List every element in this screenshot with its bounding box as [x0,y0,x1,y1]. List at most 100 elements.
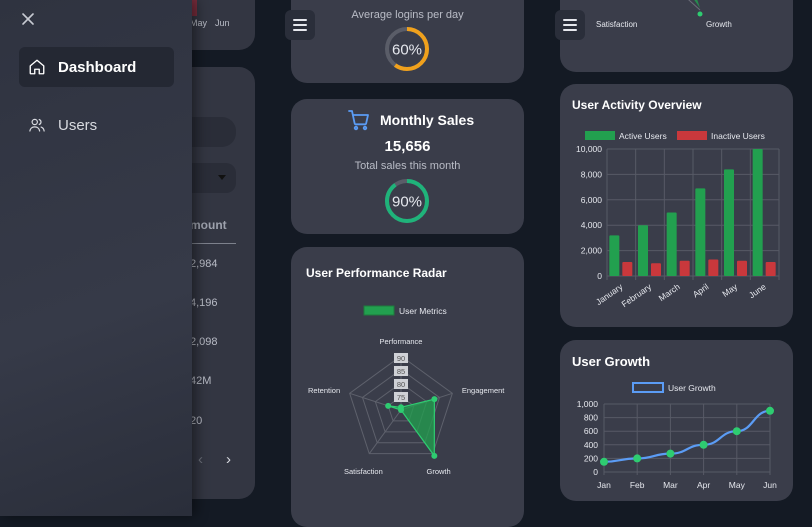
legend-label: User Growth [668,383,716,393]
x-tick-label: April [691,281,711,299]
activity-card: User Activity Overview Active Users Inact… [560,84,793,327]
activity-title: User Activity Overview [572,98,702,112]
y-tick-label: 4,000 [581,220,603,230]
data-point [600,457,608,466]
y-tick-label: 200 [584,453,598,463]
chevron-down-icon [218,175,226,180]
data-point [766,406,774,415]
radar-title: User Performance Radar [306,266,447,280]
radar-axis-label: Growth [427,467,451,476]
users-icon [29,118,45,132]
axis-label-growth: Growth [706,20,732,29]
radar-tick-label: 90 [397,354,405,363]
x-tick-label: May [729,480,746,490]
y-tick-label: 10,000 [576,144,602,154]
bar [651,263,661,276]
sidebar-item-users[interactable]: Users [19,105,174,145]
y-tick-label: 600 [584,426,598,436]
legend-label: Inactive Users [711,131,765,141]
y-tick-label: 800 [584,413,598,423]
data-point [699,440,708,449]
radar-axis-label: Retention [308,386,340,395]
radar-tick-label: 80 [397,380,405,389]
data-point [385,402,392,409]
prev-page-icon[interactable]: ‹ [198,451,203,468]
bar [609,235,620,276]
growth-title: User Growth [572,354,651,369]
radar-series-area [387,398,435,458]
data-point [666,449,675,458]
x-tick-label: Jun [763,480,777,490]
data-point [633,454,642,463]
sales-title: Monthly Sales [380,112,475,128]
data-point [431,396,438,403]
next-page-icon[interactable]: › [226,451,231,468]
x-tick-label: March [657,281,682,303]
growth-card: User Growth User Growth 0 200 400 600 800 1,00… [560,340,793,501]
axis-label-satisfaction: Satisfaction [596,20,638,29]
amount-cell: 42M [190,375,212,387]
bar [695,188,706,276]
x-tick-label: Mar [663,480,678,490]
close-icon[interactable] [20,11,36,27]
header-divider [190,243,236,244]
sales-percent: 90% [392,194,422,211]
month-label-jun: Jun [215,18,230,28]
month-label-may: May [190,18,208,28]
x-tick-label: Feb [630,480,645,490]
cart-icon [348,110,369,131]
radar-chart: User Metrics Performance Engagement Growth S… [308,305,505,476]
home-icon [29,59,45,75]
sidebar-item-label: Users [58,116,98,134]
sidebar-item-dashboard[interactable]: Dashboard [19,47,174,87]
sidebar: Dashboard Users [0,0,192,516]
y-tick-label: 6,000 [581,195,603,205]
logins-subtitle: Average logins per day [351,9,464,21]
top-radar-card: Satisfaction Growth [560,0,793,72]
sidebar-item-label: Dashboard [58,58,137,76]
series-line [603,409,771,463]
bar [666,212,677,276]
radar-axis-label: Performance [380,337,423,346]
bar [679,260,690,276]
x-tick-label: June [747,281,768,300]
radar-tick-label: 85 [397,367,405,376]
logins-card: Average logins per day 60% [291,0,524,83]
bar [638,225,648,276]
amount-cell: 4,196 [190,297,218,309]
y-tick-label: 400 [584,440,598,450]
radar-axis-label: Satisfaction [344,467,383,476]
legend-swatch [585,131,615,140]
x-tick-label: Apr [697,480,710,490]
x-tick-label: February [620,281,654,309]
sales-progress-ring: 90% [385,179,429,223]
logins-percent: 60% [392,42,422,59]
sales-value: 15,656 [384,138,431,155]
menu-toggle-button[interactable] [285,10,315,40]
legend-swatch [632,382,664,393]
bar [765,262,776,276]
menu-toggle-button[interactable] [555,10,585,40]
data-point [732,427,741,436]
amount-cell: 2,984 [190,258,218,270]
activity-bar-chart: Active Users Inactive Users 0 2,000 4,000 6,0… [576,131,780,309]
y-tick-label: 8,000 [581,169,603,179]
sales-card: Monthly Sales 15,656 Total sales this mo… [291,99,524,234]
y-tick-label: 2,000 [581,246,603,256]
x-tick-label: May [720,281,740,299]
radar-tick-label: 75 [397,393,405,402]
bar [622,262,633,276]
logins-progress-ring: 60% [385,27,429,71]
bar [737,260,747,276]
bar [708,259,719,276]
y-tick-label: 1,000 [577,399,599,409]
legend-label: User Metrics [399,306,447,316]
legend-label: Active Users [619,131,667,141]
y-tick-label: 0 [597,271,602,281]
legend-swatch [363,305,395,316]
y-tick-label: 0 [593,467,598,477]
x-tick-label: Jan [597,480,611,490]
data-point [431,452,438,459]
radar-fragment [688,0,703,17]
legend-swatch [677,131,707,140]
